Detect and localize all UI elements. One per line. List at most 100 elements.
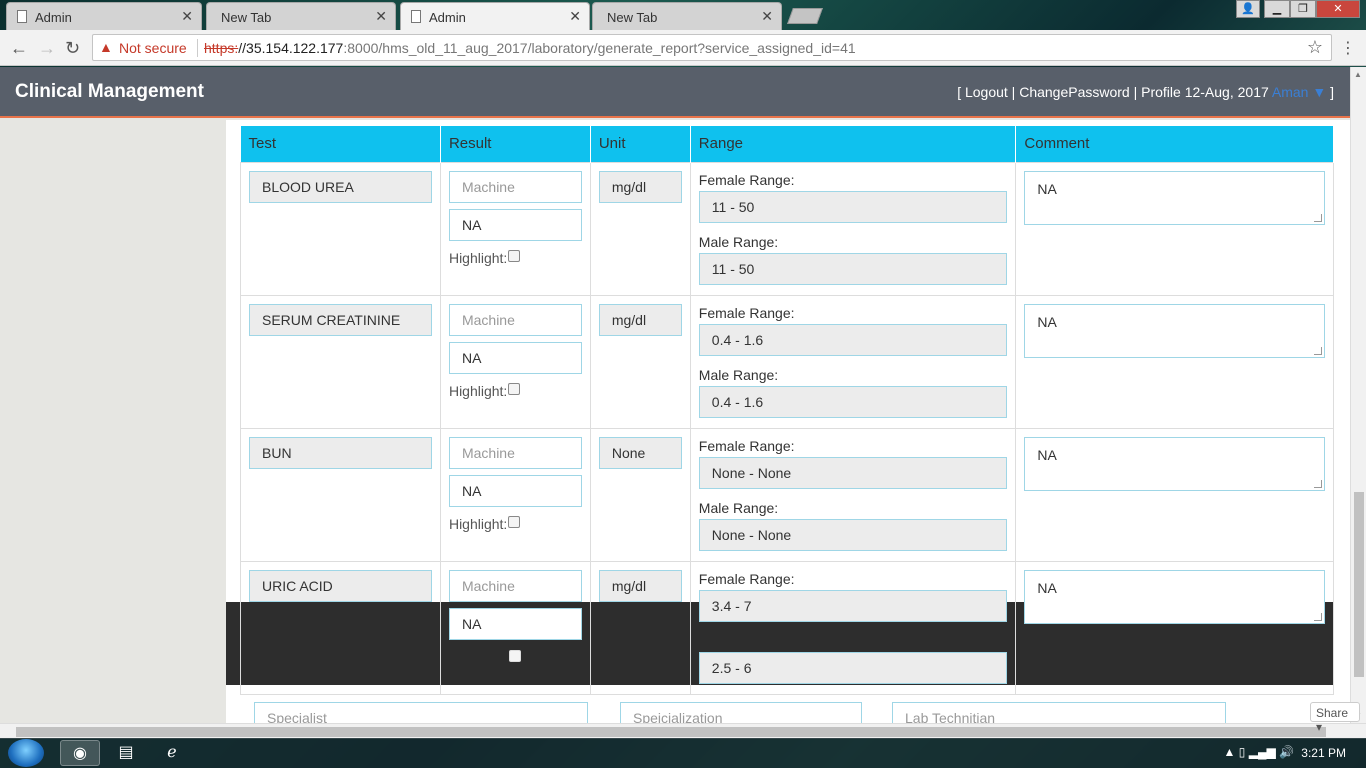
user-name[interactable]: Aman	[1272, 84, 1309, 100]
app-title: Clinical Management	[15, 81, 204, 102]
tab-admin-active[interactable]: Admin ✕	[400, 2, 590, 30]
female-range-field[interactable]: None - None	[698, 456, 1008, 489]
scroll-up-icon[interactable]: ▲	[1354, 70, 1362, 79]
reload-icon[interactable]: ↻	[65, 38, 80, 59]
male-range-field[interactable]: 2.5 - 6	[698, 651, 1008, 684]
address-bar[interactable]: ▲ Not secure https://35.154.122.177:8000…	[92, 34, 1332, 61]
back-arrow-icon[interactable]: ←	[10, 38, 28, 59]
new-tab-button[interactable]	[787, 8, 823, 24]
share-label: Share	[1316, 706, 1349, 720]
browser-menu-icon[interactable]: ⋮	[1340, 38, 1356, 58]
clock[interactable]: 3:21 PM	[1301, 746, 1346, 760]
close-window-icon[interactable]: ✕	[1316, 0, 1360, 18]
comment-textarea[interactable]: NA	[1024, 436, 1325, 491]
tab-title: Admin	[429, 10, 466, 25]
female-range-field[interactable]: 3.4 - 7	[698, 589, 1008, 622]
url-path: :8000/hms_old_11_aug_2017/laboratory/gen…	[343, 40, 856, 56]
female-range-field[interactable]: 11 - 50	[698, 190, 1008, 223]
start-button-icon[interactable]	[8, 739, 44, 767]
unit-field[interactable]: mg/dl	[598, 303, 682, 336]
internet-explorer-icon[interactable]: ℯ	[152, 740, 192, 766]
close-icon[interactable]: ✕	[375, 8, 387, 25]
range-cell: Female Range: None - None Male Range: No…	[689, 427, 1017, 562]
result-input[interactable]: NA	[448, 607, 582, 640]
test-cell: BUN	[240, 427, 441, 562]
security-label[interactable]: Not secure	[119, 40, 187, 56]
column-header: Comment	[1015, 126, 1334, 162]
machine-input[interactable]: Machine	[448, 569, 582, 602]
app-header: Clinical Management [ Logout | ChangePas…	[0, 67, 1350, 118]
close-icon[interactable]: ✕	[569, 8, 581, 25]
result-cell: Machine NA	[439, 560, 591, 695]
resize-grip-icon[interactable]	[1314, 612, 1322, 621]
comment-textarea[interactable]: NA	[1024, 569, 1325, 624]
comment-textarea[interactable]: NA	[1024, 170, 1325, 225]
tab-new-tab-1[interactable]: New Tab ✕	[206, 2, 396, 30]
file-explorer-icon[interactable]: ▤	[106, 740, 146, 766]
specialist-input[interactable]: Specialist	[254, 702, 588, 723]
test-name-field[interactable]: URIC ACID	[249, 569, 432, 602]
url-text[interactable]: https://35.154.122.177:8000/hms_old_11_a…	[204, 40, 856, 56]
unit-cell: mg/dl	[589, 161, 691, 296]
minimize-icon[interactable]: ▁	[1264, 0, 1290, 18]
show-hidden-icons-icon[interactable]: ▲	[1224, 745, 1236, 759]
result-input[interactable]: NA	[448, 474, 582, 507]
close-icon[interactable]: ✕	[761, 8, 773, 25]
tab-new-tab-2[interactable]: New Tab ✕	[592, 2, 782, 30]
column-header: Range	[690, 126, 1017, 162]
horizontal-scrollbar[interactable]	[0, 723, 1366, 739]
caret-down-icon: ▾	[1316, 720, 1323, 734]
user-links[interactable]: [ Logout | ChangePassword | Profile 12-A…	[957, 84, 1272, 100]
resize-grip-icon[interactable]	[1314, 479, 1322, 488]
comment-textarea[interactable]: NA	[1024, 303, 1325, 358]
lab-technician-input[interactable]: Lab Technitian	[892, 702, 1226, 723]
device-icon[interactable]: ▯	[1239, 745, 1246, 759]
highlight-checkbox[interactable]	[508, 382, 521, 395]
unit-field[interactable]: None	[598, 436, 682, 469]
horizontal-scroll-thumb[interactable]	[16, 727, 1326, 737]
test-name-field[interactable]: BLOOD UREA	[249, 170, 432, 203]
test-name-field[interactable]: BUN	[249, 436, 432, 469]
test-name-field[interactable]: SERUM CREATININE	[249, 303, 432, 336]
tab-title: New Tab	[221, 10, 272, 25]
male-range-field[interactable]: 11 - 50	[698, 252, 1008, 285]
male-range-label: Male Range:	[698, 366, 779, 383]
unit-cell: mg/dl	[589, 294, 691, 429]
chrome-icon[interactable]: ◉	[60, 740, 100, 766]
signature-fields: Specialist Speicialization Lab Technitia…	[254, 702, 1254, 723]
female-range-label: Female Range:	[698, 437, 795, 454]
column-header: Test	[240, 126, 441, 162]
specialization-input[interactable]: Speicialization	[620, 702, 862, 723]
highlight-checkbox[interactable]	[509, 649, 522, 662]
machine-input[interactable]: Machine	[448, 436, 582, 469]
network-icon[interactable]: ▂▄▆	[1249, 745, 1276, 759]
male-range-field[interactable]: None - None	[698, 518, 1008, 551]
resize-grip-icon[interactable]	[1314, 213, 1322, 222]
result-input[interactable]: NA	[448, 208, 582, 241]
female-range-label: Female Range:	[698, 304, 795, 321]
close-icon[interactable]: ✕	[181, 8, 193, 25]
maximize-icon[interactable]: ❐	[1290, 0, 1316, 18]
female-range-field[interactable]: 0.4 - 1.6	[698, 323, 1008, 356]
vertical-scrollbar[interactable]: ▲ ▼	[1350, 67, 1366, 723]
highlight-checkbox[interactable]	[508, 515, 521, 528]
highlight-checkbox[interactable]	[508, 249, 521, 262]
unit-field[interactable]: mg/dl	[598, 170, 682, 203]
result-input[interactable]: NA	[448, 341, 582, 374]
tab-admin-1[interactable]: Admin ✕	[6, 2, 202, 30]
machine-input[interactable]: Machine	[448, 303, 582, 336]
unit-field[interactable]: mg/dl	[598, 569, 682, 602]
unit-cell: None	[589, 427, 691, 562]
male-range-field[interactable]: 0.4 - 1.6	[698, 385, 1008, 418]
forward-arrow-icon[interactable]: →	[38, 38, 56, 59]
user-links-close: ]	[1326, 84, 1334, 100]
machine-input[interactable]: Machine	[448, 170, 582, 203]
user-menu[interactable]: [ Logout | ChangePassword | Profile 12-A…	[957, 84, 1334, 100]
share-button[interactable]: Share ▾	[1310, 702, 1360, 734]
bookmark-star-icon[interactable]: ☆	[1307, 37, 1323, 58]
vertical-scroll-thumb[interactable]	[1354, 492, 1364, 677]
caret-down-icon[interactable]: ▼	[1308, 84, 1326, 100]
resize-grip-icon[interactable]	[1314, 346, 1322, 355]
user-icon[interactable]: 👤	[1236, 0, 1260, 18]
volume-icon[interactable]: 🔊	[1279, 745, 1294, 759]
